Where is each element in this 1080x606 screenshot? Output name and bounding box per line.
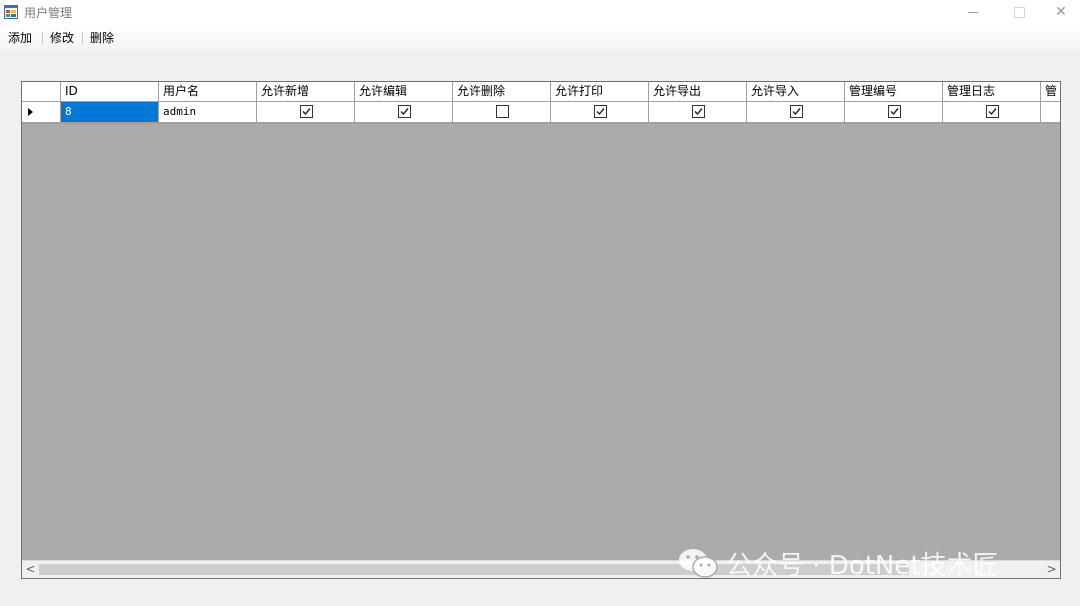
checkbox[interactable]	[887, 105, 901, 118]
cell-id[interactable]: 8	[61, 102, 159, 123]
maximize-icon	[1013, 6, 1025, 18]
minimize-button[interactable]	[950, 0, 996, 24]
check-mark-icon	[988, 108, 997, 116]
watermark-text: 公众号 · DotNet技术匠	[726, 550, 999, 581]
column-header-row: ID 用户名 允许新增 允许编辑 允许删除 允许打印 允许导出 允许导入 管理编…	[22, 82, 1060, 102]
column-header-manage-log[interactable]: 管理日志	[943, 82, 1041, 102]
column-header-allow-export[interactable]: 允许导出	[649, 82, 747, 102]
cell-username[interactable]: admin	[159, 102, 257, 123]
user-data-grid[interactable]: ID 用户名 允许新增 允许编辑 允许删除 允许打印 允许导出 允许导入 管理编…	[21, 81, 1061, 579]
cell-allow-edit[interactable]	[355, 102, 453, 123]
menu-separator	[42, 32, 43, 45]
window-title: 用户管理	[24, 6, 73, 20]
chevron-left-icon: <	[25, 562, 36, 576]
check-mark-icon	[694, 108, 703, 116]
title-bar: 用户管理 ✕	[0, 0, 1080, 24]
add-menu-item[interactable]: 添加	[4, 30, 36, 46]
cell-allow-import[interactable]	[747, 102, 845, 123]
cell-manage-number[interactable]	[845, 102, 943, 123]
delete-menu-item[interactable]: 删除	[86, 30, 118, 46]
cell-allow-delete[interactable]	[453, 102, 551, 123]
column-header-username[interactable]: 用户名	[159, 82, 257, 102]
scroll-left-button[interactable]: <	[22, 561, 39, 578]
app-icon	[4, 5, 18, 19]
checkbox[interactable]	[299, 105, 313, 118]
column-header-allow-add[interactable]: 允许新增	[257, 82, 355, 102]
column-header-allow-print[interactable]: 允许打印	[551, 82, 649, 102]
checkbox[interactable]	[985, 105, 999, 118]
row-header-corner	[22, 82, 61, 102]
cell-partial[interactable]	[1041, 102, 1060, 123]
column-header-allow-edit[interactable]: 允许编辑	[355, 82, 453, 102]
cell-allow-print[interactable]	[551, 102, 649, 123]
checkbox[interactable]	[397, 105, 411, 118]
check-mark-icon	[792, 108, 801, 116]
check-mark-icon	[890, 108, 899, 116]
column-header-id[interactable]: ID	[61, 82, 159, 102]
table-row[interactable]: 8 admin	[22, 102, 1060, 124]
current-row-arrow-icon	[28, 108, 33, 116]
checkbox[interactable]	[789, 105, 803, 118]
edit-menu-item[interactable]: 修改	[46, 30, 78, 46]
watermark: 公众号 · DotNet技术匠	[676, 546, 999, 581]
minimize-icon	[968, 11, 978, 13]
checkbox[interactable]	[691, 105, 705, 118]
checkbox[interactable]	[495, 105, 509, 118]
column-header-partial[interactable]: 管	[1041, 82, 1060, 102]
cell-allow-add[interactable]	[257, 102, 355, 123]
cell-allow-export[interactable]	[649, 102, 747, 123]
column-header-manage-number[interactable]: 管理编号	[845, 82, 943, 102]
cell-manage-log[interactable]	[943, 102, 1041, 123]
wechat-icon	[679, 549, 718, 578]
menu-strip: 添加 修改 删除	[0, 24, 1080, 52]
column-header-allow-delete[interactable]: 允许删除	[453, 82, 551, 102]
check-mark-icon	[400, 108, 409, 116]
checkbox[interactable]	[593, 105, 607, 118]
check-mark-icon	[302, 108, 311, 116]
close-button[interactable]: ✕	[1038, 0, 1080, 24]
menu-separator	[82, 32, 83, 45]
scroll-right-button[interactable]: >	[1043, 561, 1060, 578]
close-icon: ✕	[1055, 4, 1067, 20]
maximize-button[interactable]	[996, 0, 1042, 24]
column-header-allow-import[interactable]: 允许导入	[747, 82, 845, 102]
chevron-right-icon: >	[1046, 562, 1057, 576]
check-mark-icon	[596, 108, 605, 116]
row-header[interactable]	[22, 102, 61, 123]
